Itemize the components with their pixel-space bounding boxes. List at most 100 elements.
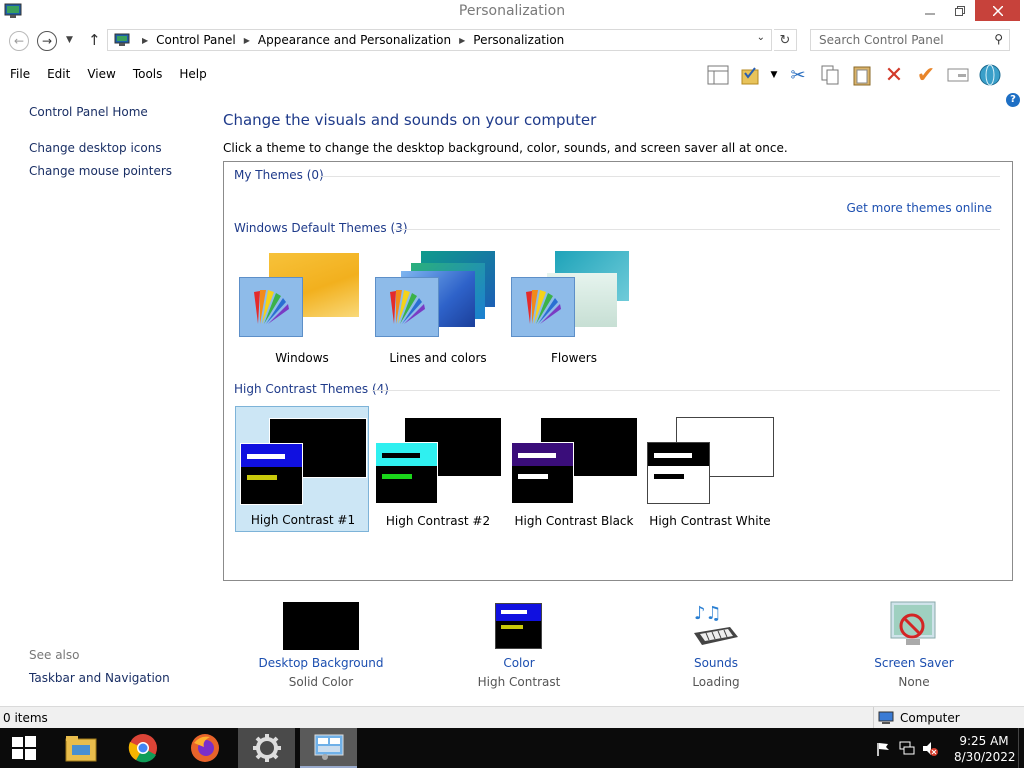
paste-icon[interactable] [849, 62, 875, 88]
sounds-value: Loading [692, 675, 740, 689]
hc-bar [247, 475, 277, 480]
theme-flowers[interactable]: Flowers [507, 241, 641, 365]
sounds-link[interactable]: Sounds [641, 656, 791, 670]
gear-icon [252, 734, 281, 762]
page-title: Change the visuals and sounds on your co… [223, 111, 597, 129]
divider [372, 390, 1000, 391]
action-center-flag-icon[interactable] [876, 742, 890, 756]
control-panel-home-link[interactable]: Control Panel Home [29, 105, 148, 119]
theme-windows[interactable]: Windows [235, 241, 369, 365]
default-themes-label: Windows Default Themes (3) [234, 221, 408, 235]
hc-preview-front [240, 443, 303, 505]
divider [394, 229, 1000, 230]
theme-high-contrast-black[interactable]: High Contrast Black [507, 406, 641, 532]
firefox-icon [191, 734, 219, 762]
refresh-button[interactable]: ↻ [774, 29, 797, 51]
close-button[interactable] [975, 0, 1020, 21]
breadcrumb-appearance[interactable]: Appearance and Personalization [258, 33, 451, 47]
theme-high-contrast-1[interactable]: High Contrast #1 [235, 406, 369, 532]
settings-taskbar-button[interactable] [238, 728, 295, 768]
sounds-icon[interactable]: ♪♫ [690, 601, 742, 651]
clock-date: 8/30/2022 [954, 750, 1016, 764]
control-panel-icon [114, 33, 130, 46]
theme-label: Windows [275, 351, 329, 365]
search-icon[interactable]: ⚲ [994, 32, 1003, 46]
dropdown-icon[interactable]: ▼ [769, 62, 779, 88]
clock-time: 9:25 AM [959, 734, 1009, 748]
theme-high-contrast-white[interactable]: High Contrast White [643, 406, 777, 532]
properties-icon[interactable] [945, 62, 971, 88]
address-dropdown-icon[interactable]: ⌄ [757, 32, 765, 43]
color-link[interactable]: Color [444, 656, 594, 670]
up-button[interactable]: ↑ [88, 31, 101, 49]
back-button[interactable]: ← [9, 31, 29, 51]
file-explorer-taskbar-button[interactable] [54, 728, 108, 768]
menu-view[interactable]: View [87, 67, 115, 81]
control-panel-taskbar-button[interactable] [300, 728, 357, 768]
recent-locations-icon[interactable]: ▼ [66, 35, 73, 45]
show-desktop-button[interactable] [1018, 728, 1024, 768]
theme-gallery: My Themes (0) Get more themes online Win… [223, 161, 1013, 581]
color-item[interactable]: Color High Contrast [444, 656, 594, 689]
change-mouse-pointers-link[interactable]: Change mouse pointers [29, 164, 172, 178]
location-label: Computer [900, 710, 960, 725]
get-more-themes-link[interactable]: Get more themes online [846, 201, 992, 215]
hc-bar [654, 453, 692, 458]
screen-saver-icon[interactable] [888, 600, 940, 650]
sounds-item[interactable]: Sounds Loading [641, 656, 791, 689]
theme-high-contrast-2[interactable]: High Contrast #2 [371, 406, 505, 532]
screen-saver-value: None [898, 675, 930, 689]
theme-label: High Contrast #2 [385, 514, 491, 528]
menu-bar: File Edit View Tools Help [0, 67, 214, 81]
chrome-icon [128, 734, 157, 763]
color-icon[interactable] [495, 603, 542, 649]
window-title: Personalization [458, 3, 566, 19]
address-bar[interactable]: ▶ Control Panel ▶ Appearance and Persona… [107, 29, 772, 51]
taskbar-navigation-link[interactable]: Taskbar and Navigation [29, 671, 170, 685]
hc-bar [247, 454, 285, 459]
menu-file[interactable]: File [10, 67, 30, 81]
change-desktop-icons-link[interactable]: Change desktop icons [29, 141, 162, 155]
menu-row: File Edit View Tools Help ▼ ✂ ✕ ✔ [0, 60, 1024, 90]
color-palette-icon [511, 277, 575, 337]
chrome-taskbar-button[interactable] [116, 728, 170, 768]
check-folder-icon[interactable] [737, 62, 763, 88]
breadcrumb-control-panel[interactable]: Control Panel [156, 33, 236, 47]
network-icon[interactable] [899, 741, 915, 755]
copy-icon[interactable] [817, 62, 843, 88]
desktop-background-icon[interactable] [283, 602, 359, 650]
status-bar: 0 items Computer [0, 706, 1024, 728]
hc-bar [518, 474, 548, 479]
page-description: Click a theme to change the desktop back… [223, 141, 788, 155]
item-count: 0 items [3, 711, 48, 725]
breadcrumb-personalization[interactable]: Personalization [473, 33, 564, 47]
forward-button[interactable]: → [37, 31, 57, 51]
cut-icon[interactable]: ✂ [785, 62, 811, 88]
taskbar-clock[interactable]: 9:25 AM 8/30/2022 [954, 733, 1016, 765]
apply-icon[interactable]: ✔ [913, 62, 939, 88]
hc-bar [382, 453, 420, 458]
firefox-taskbar-button[interactable] [178, 728, 232, 768]
theme-lines-and-colors[interactable]: Lines and colors [371, 241, 505, 365]
start-button[interactable] [0, 728, 48, 768]
restore-button[interactable] [947, 0, 973, 21]
layout-icon[interactable] [705, 62, 731, 88]
desktop-background-item[interactable]: Desktop Background Solid Color [246, 656, 396, 689]
theme-label: High Contrast Black [514, 514, 634, 528]
hc-bar [382, 474, 412, 479]
minimize-button[interactable] [917, 0, 943, 21]
hc-preview-front [647, 442, 710, 504]
delete-icon[interactable]: ✕ [881, 62, 907, 88]
menu-help[interactable]: Help [179, 67, 206, 81]
hc-preview-front [511, 442, 574, 504]
search-input[interactable]: Search Control Panel ⚲ [810, 29, 1010, 51]
screen-saver-item[interactable]: Screen Saver None [839, 656, 989, 689]
globe-icon[interactable] [977, 62, 1003, 88]
menu-tools[interactable]: Tools [133, 67, 163, 81]
volume-muted-icon[interactable] [922, 741, 938, 757]
computer-icon [878, 711, 894, 724]
desktop-background-link[interactable]: Desktop Background [246, 656, 396, 670]
menu-edit[interactable]: Edit [47, 67, 70, 81]
screen-saver-link[interactable]: Screen Saver [839, 656, 989, 670]
help-icon[interactable]: ? [1006, 93, 1020, 107]
